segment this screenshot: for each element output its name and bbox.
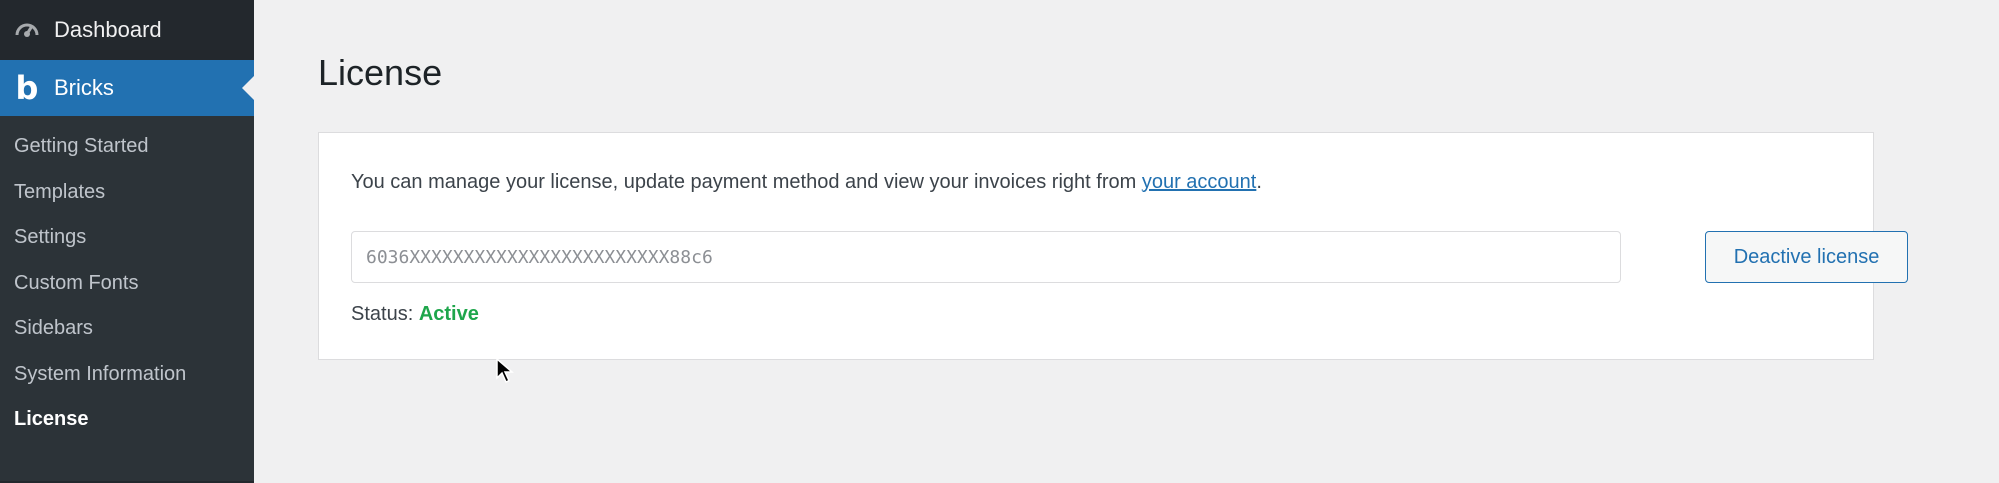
submenu-item-custom-fonts[interactable]: Custom Fonts xyxy=(0,261,254,307)
page-title: License xyxy=(318,52,443,93)
license-card: You can manage your license, update paym… xyxy=(318,132,1908,360)
mouse-cursor-icon xyxy=(496,358,514,384)
status-label: Status: xyxy=(351,303,419,325)
submenu-item-license[interactable]: License xyxy=(0,397,254,443)
submenu-item-templates[interactable]: Templates xyxy=(0,170,254,216)
dashboard-gauge-icon xyxy=(12,15,42,45)
submenu-item-system-information[interactable]: System Information xyxy=(0,352,254,398)
bricks-logo-icon: b xyxy=(15,69,39,107)
submenu-item-sidebars[interactable]: Sidebars xyxy=(0,306,254,352)
menu-bricks-label: Bricks xyxy=(54,75,114,100)
license-intro: You can manage your license, update paym… xyxy=(351,171,1262,194)
license-key-input[interactable] xyxy=(351,231,1621,283)
status-value: Active xyxy=(418,303,479,325)
menu-dashboard[interactable]: Dashboard xyxy=(0,0,254,60)
submenu-item-getting-started[interactable]: Getting Started xyxy=(0,124,254,170)
submenu-item-settings[interactable]: Settings xyxy=(0,215,254,261)
admin-sidebar: Dashboard b Bricks Getting Started Templ… xyxy=(0,0,254,483)
your-account-link[interactable]: your account xyxy=(1142,171,1257,193)
bricks-submenu: Getting Started Templates Settings Custo… xyxy=(0,116,254,481)
license-status: Status: Active xyxy=(351,303,479,326)
current-menu-arrow xyxy=(242,76,254,100)
deactivate-license-button[interactable]: Deactive license xyxy=(1705,231,1908,283)
main-content: License You can manage your license, upd… xyxy=(254,0,1999,483)
intro-text: You can manage your license, update paym… xyxy=(351,171,1142,193)
intro-end: . xyxy=(1256,171,1262,193)
menu-bricks[interactable]: b Bricks xyxy=(0,60,254,116)
menu-dashboard-label: Dashboard xyxy=(54,17,162,42)
